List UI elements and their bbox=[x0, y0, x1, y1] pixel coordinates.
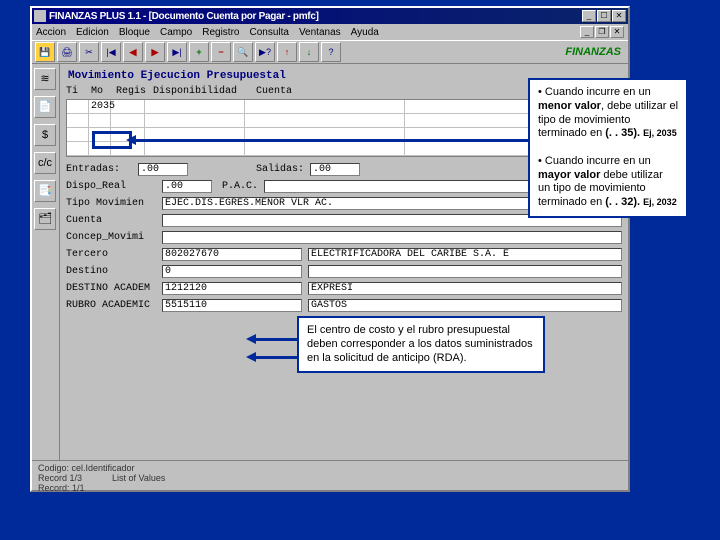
cell-disp[interactable] bbox=[145, 100, 245, 113]
status-record-2: Record: 1/1 bbox=[38, 483, 622, 493]
sidebar-btn-3[interactable]: $ bbox=[34, 124, 56, 146]
menu-ayuda[interactable]: Ayuda bbox=[351, 27, 379, 38]
callout-centro-costo: El centro de costo y el rubro presupuest… bbox=[297, 316, 545, 373]
toolbar: 💾 🖨 ✂ |◀ ◀ ▶ ▶| + − 🔍 ▶? ↑ ↓ ? FINANZAS bbox=[32, 40, 628, 64]
insert-icon[interactable]: + bbox=[189, 42, 209, 62]
mdi-minimize-button[interactable]: _ bbox=[580, 26, 594, 38]
sidebar-btn-5[interactable]: 📑 bbox=[34, 180, 56, 202]
cut-icon[interactable]: ✂ bbox=[79, 42, 99, 62]
sidebar-btn-1[interactable]: ≋ bbox=[34, 68, 56, 90]
hdr-disponibilidad: Disponibilidad bbox=[153, 86, 253, 97]
destino-field[interactable]: 0 bbox=[162, 265, 302, 278]
tipo-mov-label: Tipo Movimien bbox=[66, 198, 156, 209]
hdr-mo: Mo bbox=[91, 86, 113, 97]
cell-mo[interactable]: 2035 bbox=[89, 100, 111, 113]
menu-campo[interactable]: Campo bbox=[160, 27, 192, 38]
concep-field[interactable] bbox=[162, 231, 622, 244]
sidebar-btn-6[interactable]: 🗂 bbox=[34, 208, 56, 230]
arrow-to-2035 bbox=[132, 139, 528, 142]
first-icon[interactable]: |◀ bbox=[101, 42, 121, 62]
window-title: FINANZAS PLUS 1.1 - [Documento Cuenta po… bbox=[49, 11, 582, 22]
arrow-head-icon bbox=[246, 334, 256, 344]
salidas-field[interactable]: .00 bbox=[310, 163, 360, 176]
help-icon[interactable]: ? bbox=[321, 42, 341, 62]
search-icon[interactable]: 🔍 bbox=[233, 42, 253, 62]
menu-accion[interactable]: Accion bbox=[36, 27, 66, 38]
menubar: Accion Edicion Bloque Campo Registro Con… bbox=[32, 24, 628, 40]
arrow-head-icon bbox=[126, 135, 136, 145]
print-icon[interactable]: 🖨 bbox=[57, 42, 77, 62]
rubro-field[interactable]: 5515110 bbox=[162, 299, 302, 312]
callout-centro-costo-text: El centro de costo y el rubro presupuest… bbox=[307, 324, 533, 364]
cuenta-label: Cuenta bbox=[66, 215, 156, 226]
exec-query-icon[interactable]: ▶? bbox=[255, 42, 275, 62]
status-line-1: Codigo: cel.Identificador bbox=[38, 463, 622, 473]
dispo-real-label: Dispo_Real bbox=[66, 181, 156, 192]
prev-icon[interactable]: ◀ bbox=[123, 42, 143, 62]
titlebar: FINANZAS PLUS 1.1 - [Documento Cuenta po… bbox=[32, 8, 628, 24]
arrow-to-destino bbox=[252, 338, 297, 341]
tercero-field[interactable]: 802027670 bbox=[162, 248, 302, 261]
callout-tipo-movimiento: • Cuando incurre en un menor valor, debe… bbox=[528, 78, 688, 218]
rubro-desc-field[interactable]: GASTOS bbox=[308, 299, 622, 312]
arrow-head-icon bbox=[246, 352, 256, 362]
destino-label: Destino bbox=[66, 266, 156, 277]
menu-bloque[interactable]: Bloque bbox=[119, 27, 150, 38]
up-icon[interactable]: ↑ bbox=[277, 42, 297, 62]
destino-academ-field[interactable]: 1212120 bbox=[162, 282, 302, 295]
pac-label: P.A.C. bbox=[218, 181, 258, 192]
down-icon[interactable]: ↓ bbox=[299, 42, 319, 62]
sidebar-btn-4[interactable]: c/c bbox=[34, 152, 56, 174]
destino-academ-label: DESTINO ACADEM bbox=[66, 283, 156, 294]
save-icon[interactable]: 💾 bbox=[35, 42, 55, 62]
menu-ventanas[interactable]: Ventanas bbox=[299, 27, 341, 38]
brand-logo: FINANZAS bbox=[565, 46, 621, 58]
app-icon bbox=[34, 10, 46, 22]
tercero-label: Tercero bbox=[66, 249, 156, 260]
salidas-label: Salidas: bbox=[256, 164, 306, 175]
destino-desc-field[interactable] bbox=[308, 265, 622, 278]
hdr-ti: Ti bbox=[66, 86, 88, 97]
menu-edicion[interactable]: Edicion bbox=[76, 27, 109, 38]
mdi-close-button[interactable]: ✕ bbox=[610, 26, 624, 38]
destino-academ-desc-field[interactable]: EXPRESI bbox=[308, 282, 622, 295]
dispo-real-field[interactable]: .00 bbox=[162, 180, 212, 193]
hdr-regis: Regis bbox=[116, 86, 150, 97]
menu-consulta[interactable]: Consulta bbox=[249, 27, 288, 38]
rubro-label: RUBRO ACADEMIC bbox=[66, 300, 156, 311]
close-button[interactable]: ✕ bbox=[612, 10, 626, 22]
mdi-restore-button[interactable]: ❐ bbox=[595, 26, 609, 38]
concep-label: Concep_Movimi bbox=[66, 232, 156, 243]
arrow-to-rubro bbox=[252, 356, 297, 359]
sidebar: ≋ 📄 $ c/c 📑 🗂 bbox=[32, 64, 60, 460]
cell-regis[interactable] bbox=[111, 100, 145, 113]
status-lov: List of Values bbox=[112, 473, 165, 483]
menu-registro[interactable]: Registro bbox=[202, 27, 239, 38]
cell-ti[interactable] bbox=[67, 100, 89, 113]
hdr-cuenta: Cuenta bbox=[256, 86, 416, 97]
minimize-button[interactable]: _ bbox=[582, 10, 596, 22]
next-icon[interactable]: ▶ bbox=[145, 42, 165, 62]
delete-icon[interactable]: − bbox=[211, 42, 231, 62]
last-icon[interactable]: ▶| bbox=[167, 42, 187, 62]
tercero-desc-field[interactable]: ELECTRIFICADORA DEL CARIBE S.A. E bbox=[308, 248, 622, 261]
status-record: Record 1/3 bbox=[38, 473, 82, 483]
status-bar: Codigo: cel.Identificador Record 1/3 Lis… bbox=[32, 460, 628, 490]
maximize-button[interactable]: ☐ bbox=[597, 10, 611, 22]
sidebar-btn-2[interactable]: 📄 bbox=[34, 96, 56, 118]
entradas-field[interactable]: .00 bbox=[138, 163, 188, 176]
entradas-label: Entradas: bbox=[66, 164, 134, 175]
cell-cuenta[interactable] bbox=[245, 100, 405, 113]
